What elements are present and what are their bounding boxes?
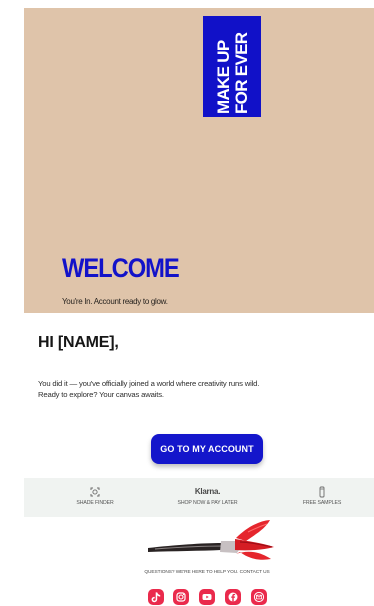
instagram-icon [176, 592, 186, 602]
free-samples-label: FREE SAMPLES [302, 500, 342, 506]
sample-vial-icon [319, 486, 325, 498]
facebook-link[interactable] [225, 589, 241, 605]
email-canvas: MAKE UP FOR EVER WELCOME You're In. Acco… [0, 0, 374, 606]
youtube-icon [202, 594, 212, 600]
brand-logo-graphic: MAKE UP FOR EVER [203, 16, 261, 117]
email-icon [253, 591, 265, 603]
welcome-subtitle: You're In. Account ready to glow. [62, 297, 168, 306]
social-links [148, 589, 272, 606]
klarna-pay-later-label: SHOP NOW & PAY LATER [177, 500, 238, 506]
welcome-message-line-1: You did it — you've officially joined a … [38, 379, 260, 388]
brand-logo-for-ever: FOR EVER [232, 32, 251, 114]
welcome-hero: MAKE UP FOR EVER WELCOME You're In. Acco… [24, 8, 374, 313]
shade-finder-icon [90, 487, 100, 497]
klarna-pay-later-link[interactable]: Klarna. SHOP NOW & PAY LATER [160, 478, 255, 517]
shade-finder-link[interactable]: SHADE FINDER [64, 478, 126, 517]
facebook-icon [228, 592, 238, 602]
benefits-strip: SHADE FINDER Klarna. SHOP NOW & PAY LATE… [24, 478, 374, 517]
support-contact-text: QUESTIONS? WE'RE HERE TO HELP YOU. CONTA… [144, 570, 270, 575]
shade-finder-label: SHADE FINDER [76, 500, 114, 506]
tiktok-link[interactable] [148, 589, 164, 605]
go-to-my-account-button[interactable]: GO TO MY ACCOUNT [151, 434, 263, 464]
makeup-brush-image [148, 520, 274, 560]
customer-greeting: HI [NAME], [38, 334, 119, 351]
welcome-message: You did it — you've officially joined a … [38, 378, 338, 400]
email-link[interactable] [251, 589, 267, 605]
free-samples-link[interactable]: FREE SAMPLES [287, 478, 357, 517]
youtube-link[interactable] [199, 589, 215, 605]
klarna-logo: Klarna. [194, 487, 221, 496]
brand-logo-make-up: MAKE UP [214, 40, 233, 114]
welcome-message-line-2: Ready to explore? Your canvas awaits. [38, 390, 164, 399]
instagram-link[interactable] [173, 589, 189, 605]
make-up-for-ever-logo: MAKE UP FOR EVER [203, 16, 261, 117]
welcome-title: WELCOME [62, 253, 180, 283]
tiktok-icon [151, 592, 161, 603]
